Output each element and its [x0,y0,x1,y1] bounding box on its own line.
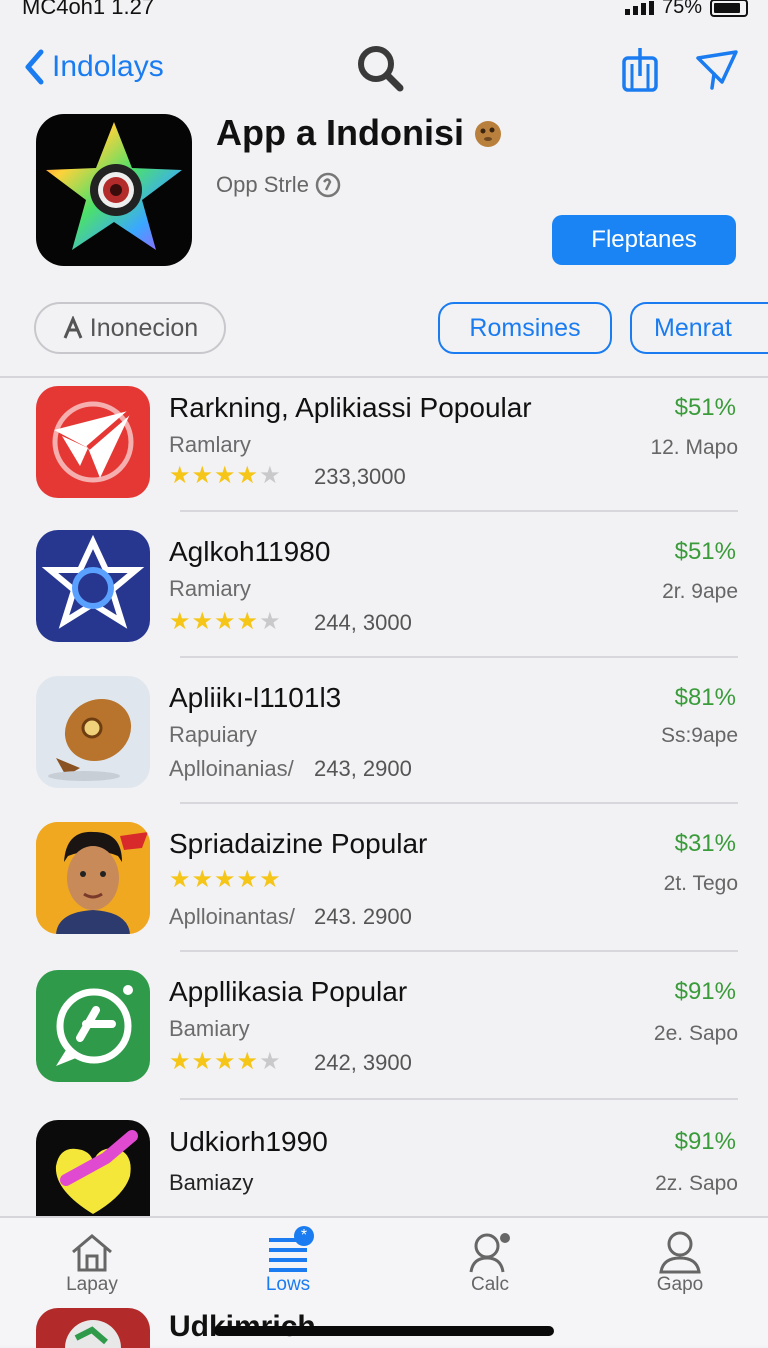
back-label: Indolays [52,50,164,83]
app-name: Udkiorh1990 [169,1126,328,1157]
get-button[interactable]: Fleptanes [552,215,736,265]
portrait-app-icon [36,822,150,934]
search-icon[interactable] [354,42,406,94]
app-size: 2e. Sapo [653,1022,738,1045]
chevron-left-icon [25,49,44,85]
rating-stars: ★ ★ ★ ★ ★ [169,866,281,893]
app-price: $91% [674,978,736,1005]
tab-badge: * [294,1226,314,1246]
filter-pill-romsines[interactable]: Romsines [438,302,612,354]
info-icon [315,172,341,198]
app-category: Rapuiary [169,722,258,747]
paper-plane-app-icon [36,386,150,498]
send-icon[interactable] [694,48,740,92]
app-title: App a Indonisi [216,112,504,154]
rating-count: 244, 3000 [314,610,412,635]
star-app-icon [36,530,150,642]
app-price: $81% [674,684,736,711]
filter-pill-inonecion[interactable]: Inonecion [34,302,226,354]
app-category: Ramiary [169,576,251,601]
star-camera-icon [46,122,182,250]
app-category: Ramlary [169,432,251,457]
tab-gapo[interactable]: Gapo [620,1230,740,1296]
rating-stars: ★ ★ ★ ★ ★ [169,462,281,489]
app-name: Rarkning, Aplikiassi Popoular [169,392,532,423]
rating-stars: ★ ★ ★ ★ ★ [169,1048,281,1075]
heart-app-icon [36,1120,150,1224]
app-name: Aglkoh11980 [169,536,331,567]
app-subtext: Aplloinanias/ [169,756,294,781]
list-item[interactable]: Rarkning, Aplikiassi Popoular Ramlary ★ ★… [0,378,768,524]
profile-icon [659,1231,701,1274]
app-subtitle-text: Opp Strle [216,172,309,197]
share-icon[interactable] [620,44,660,94]
bell-app-icon [36,676,150,788]
app-name: Apliikı-l1101l3 [169,682,342,713]
row-divider [180,950,738,952]
nav-bar: Indolays [0,40,768,100]
app-name: Spriadaizine Popular [169,828,428,859]
app-price: $31% [674,830,736,857]
battery-icon [710,0,748,17]
app-subtitle: Opp Strle [216,172,341,198]
filter-pill-menrat[interactable]: Menrat [630,302,768,354]
row-divider [180,510,738,512]
rating-count: 242, 3900 [314,1050,412,1075]
rating-stars: ★ ★ ★ ★ ★ [169,608,281,635]
tab-lows[interactable]: Lows * [228,1226,348,1296]
list-item[interactable]: Appllikasia Popular Bamiary ★ ★ ★ ★ ★ 242, 3… [0,964,768,1110]
list-item[interactable]: Apliikı-l1101l3 Rapuiary Aplloinanias/ 2… [0,670,768,816]
app-category: Bamiazy [169,1170,254,1195]
person-search-icon [469,1233,510,1273]
emoji-icon [475,121,501,147]
filter-pill-label: Inonecion [89,313,199,342]
tab-lapay[interactable]: Lapay [32,1230,152,1296]
app-price: $51% [674,538,736,565]
app-size: Ss:9ape [660,724,738,747]
status-indicators: 75% [624,0,748,19]
battery-percent: 75% [661,0,702,18]
app-size: 2z. Sapo [655,1172,738,1195]
back-button[interactable]: Indolays [22,48,164,86]
list-item[interactable]: Spriadaizine Popular ★ ★ ★ ★ ★ Aplloinantas/… [0,816,768,962]
peek-app-icon [36,1308,150,1348]
chat-app-icon [36,970,150,1082]
app-price: $91% [674,1128,736,1155]
home-indicator[interactable] [214,1326,554,1336]
app-size: 2r. 9ape [662,580,738,603]
rating-count: 243. 2900 [314,904,412,929]
app-name: Appllikasia Popular [169,976,408,1007]
tab-calc[interactable]: Calc [430,1230,550,1296]
app-size: 2t. Tego [663,872,738,895]
app-category: Bamiary [169,1016,250,1041]
tab-label: Gapo [656,1274,704,1295]
rating-count: 243, 2900 [314,756,412,781]
row-divider [180,802,738,804]
status-time: MC4oh1 1.27 [22,0,155,19]
row-divider [180,1098,738,1100]
status-bar: MC4oh1 1.27 75% [0,0,768,22]
app-subtext: Aplloinantas/ [169,904,295,929]
list-item[interactable]: Aglkoh11980 Ramiary ★ ★ ★ ★ ★ 244, 3000 $51%… [0,524,768,670]
home-icon [72,1234,112,1272]
app-price: $51% [674,394,736,421]
tab-label: Lows [265,1274,311,1295]
row-divider [180,656,738,658]
signal-icon [624,0,654,15]
app-icon [36,114,192,266]
app-size: 12. Mapo [650,436,738,459]
app-title-text: App a Indonisi [216,112,464,153]
tab-label: Lapay [66,1274,118,1295]
rating-count: 233,3000 [314,464,406,489]
tab-label: Calc [470,1274,509,1295]
a-letter-icon [63,316,83,339]
